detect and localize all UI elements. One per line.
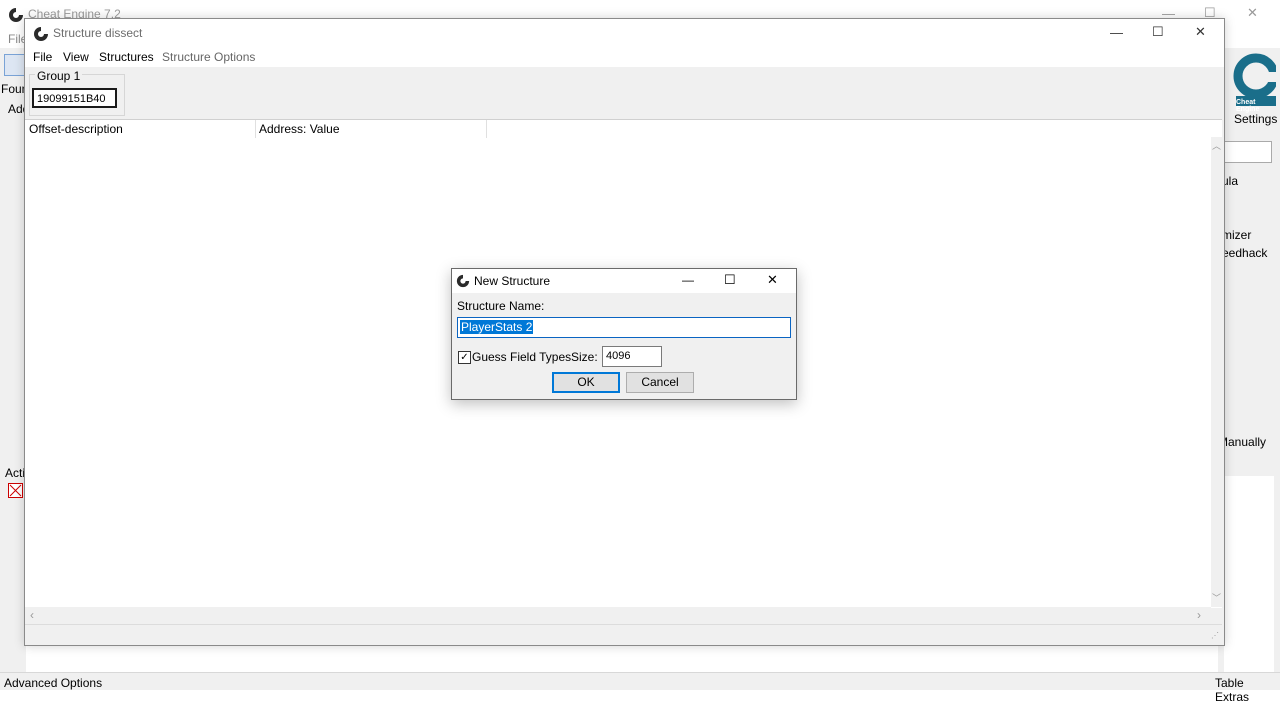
- column-separator[interactable]: [486, 120, 487, 138]
- address-input[interactable]: 19099151B40: [32, 88, 117, 108]
- cheat-engine-icon: [34, 27, 48, 41]
- main-right-panel: Cheat Engine Settings ula mizer eedhack …: [1218, 48, 1280, 689]
- scroll-right-icon[interactable]: ›: [1197, 608, 1201, 622]
- main-left-panel: Foun Add Acti: [0, 48, 29, 689]
- main-right-list: [1224, 476, 1274, 674]
- menu-file[interactable]: File: [33, 50, 52, 64]
- horizontal-scrollbar[interactable]: ‹ ›: [25, 607, 1211, 622]
- structure-dissect-title: Structure dissect: [53, 26, 143, 40]
- logo-text: Cheat Engine: [1236, 99, 1260, 113]
- resize-grip-icon[interactable]: ⋰: [1211, 631, 1219, 640]
- dialog-close-button[interactable]: ✕: [767, 272, 778, 288]
- advanced-options-button[interactable]: Advanced Options: [4, 676, 102, 690]
- size-input[interactable]: 4096: [602, 346, 662, 367]
- group-label: Group 1: [35, 69, 83, 83]
- settings-label[interactable]: Settings: [1234, 112, 1277, 126]
- structure-dissect-titlebar: Structure dissect — ☐ ✕: [25, 19, 1224, 49]
- scroll-left-icon[interactable]: ‹: [30, 608, 34, 622]
- speedhack-label: eedhack: [1222, 246, 1268, 260]
- dialog-minimize-button[interactable]: —: [682, 273, 694, 287]
- sd-close-button[interactable]: ✕: [1195, 24, 1206, 40]
- sd-minimize-button[interactable]: —: [1110, 25, 1123, 40]
- cheat-engine-icon: [9, 8, 23, 22]
- new-structure-dialog: New Structure — ☐ ✕ Structure Name: Play…: [451, 268, 797, 400]
- structure-dissect-statusbar: ⋰: [25, 624, 1222, 644]
- main-close-button[interactable]: ✕: [1247, 5, 1258, 21]
- guess-field-types-checkbox[interactable]: ✓: [458, 351, 471, 364]
- scroll-down-icon[interactable]: ﹀: [1212, 591, 1221, 604]
- menu-structure-options[interactable]: Structure Options: [162, 50, 255, 64]
- randomizer-label: mizer: [1222, 228, 1252, 242]
- active-label: Acti: [5, 466, 26, 480]
- column-separator[interactable]: [255, 120, 256, 138]
- menu-structures[interactable]: Structures: [99, 50, 154, 64]
- add-address-manually-button[interactable]: Manually: [1218, 435, 1266, 449]
- cancel-button[interactable]: Cancel: [626, 372, 694, 393]
- structure-name-label: Structure Name:: [457, 299, 545, 313]
- column-address-value[interactable]: Address: Value: [259, 122, 340, 136]
- size-label: Size:: [571, 350, 598, 364]
- main-bottom-bar: Advanced Options Table Extras: [0, 672, 1280, 704]
- guess-field-types-label[interactable]: Guess Field Types: [472, 350, 571, 364]
- dialog-maximize-button[interactable]: ☐: [724, 272, 736, 288]
- dialog-titlebar: New Structure — ☐ ✕: [452, 269, 796, 293]
- structure-dissect-menubar: File View Structures Structure Options: [25, 49, 1224, 67]
- process-select-icon[interactable]: [4, 54, 26, 76]
- table-extras-button[interactable]: Table Extras: [1215, 676, 1280, 704]
- structure-name-selected-text: PlayerStats 2: [460, 320, 534, 334]
- ok-button[interactable]: OK: [552, 372, 620, 393]
- cheat-engine-icon: [456, 274, 470, 288]
- column-offset-description[interactable]: Offset-description: [29, 122, 123, 136]
- menu-view[interactable]: View: [63, 50, 89, 64]
- sd-maximize-button[interactable]: ☐: [1152, 24, 1164, 40]
- structure-name-input[interactable]: PlayerStats 2: [457, 317, 791, 338]
- value-input[interactable]: [1224, 141, 1272, 163]
- vertical-scrollbar[interactable]: ︿ ﹀: [1211, 137, 1222, 607]
- dialog-title: New Structure: [474, 274, 551, 288]
- scroll-up-icon[interactable]: ︿: [1212, 139, 1221, 152]
- red-cross-icon[interactable]: [8, 483, 23, 498]
